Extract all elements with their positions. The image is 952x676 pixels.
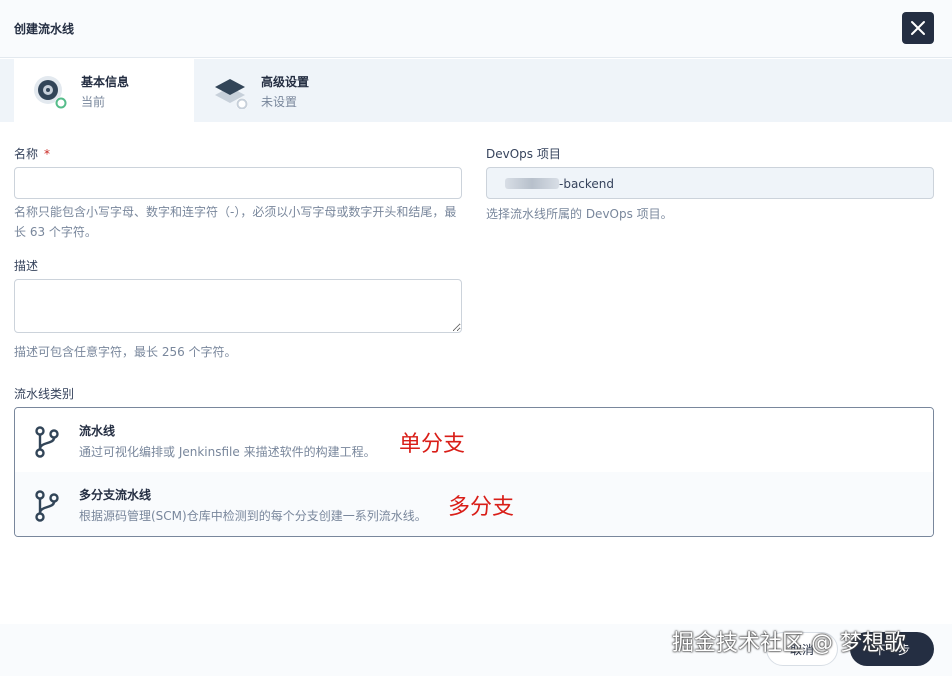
layers-step-icon: [215, 79, 248, 109]
description-textarea[interactable]: [14, 279, 462, 333]
branch-icon: [35, 490, 59, 522]
modal-header: 创建流水线: [0, 0, 952, 58]
pipeline-type-option-pipeline[interactable]: 流水线 通过可视化编排或 Jenkinsfile 来描述软件的构建工程。: [15, 408, 933, 472]
description-label: 描述: [14, 259, 39, 273]
name-hint: 名称只能包含小写字母、数字和连字符（-），必须以小写字母或数字开头和结尾，最长 …: [14, 205, 457, 239]
project-field: -backend: [486, 167, 934, 199]
option-title: 多分支流水线: [79, 488, 152, 502]
step-title: 高级设置: [261, 75, 310, 89]
annotation-single-branch: 单分支: [399, 432, 466, 457]
step-tabs: 基本信息 当前 高级设置 未设置: [0, 59, 952, 122]
project-value: -backend: [559, 177, 615, 191]
branch-icon: [35, 426, 59, 458]
name-input[interactable]: [14, 167, 462, 199]
name-label: 名称 *: [14, 147, 51, 161]
step-status: 当前: [81, 95, 106, 109]
step-status: 未设置: [261, 95, 298, 109]
close-button[interactable]: [902, 12, 934, 44]
step-basic-info[interactable]: 基本信息 当前: [14, 59, 194, 122]
redacted-blur: [505, 178, 559, 189]
pipeline-type-label: 流水线类别: [14, 387, 75, 401]
project-hint: 选择流水线所属的 DevOps 项目。: [486, 207, 673, 221]
step-title: 基本信息: [81, 75, 130, 89]
option-description: 通过可视化编排或 Jenkinsfile 来描述软件的构建工程。: [79, 445, 376, 459]
option-title: 流水线: [79, 424, 116, 438]
modal-title: 创建流水线: [14, 22, 75, 36]
watermark: 掘金技术社区 @ 梦想歌: [672, 631, 906, 656]
project-label: DevOps 项目: [486, 147, 561, 161]
required-mark: *: [44, 147, 51, 161]
option-description: 根据源码管理(SCM)仓库中检测到的每个分支创建一系列流水线。: [79, 509, 427, 523]
close-icon: [911, 21, 925, 35]
description-hint: 描述可包含任意字符，最长 256 个字符。: [14, 345, 237, 359]
annotation-multi-branch: 多分支: [448, 495, 515, 520]
step-advanced-settings[interactable]: 高级设置 未设置: [194, 59, 394, 122]
disc-step-icon: [34, 76, 67, 109]
